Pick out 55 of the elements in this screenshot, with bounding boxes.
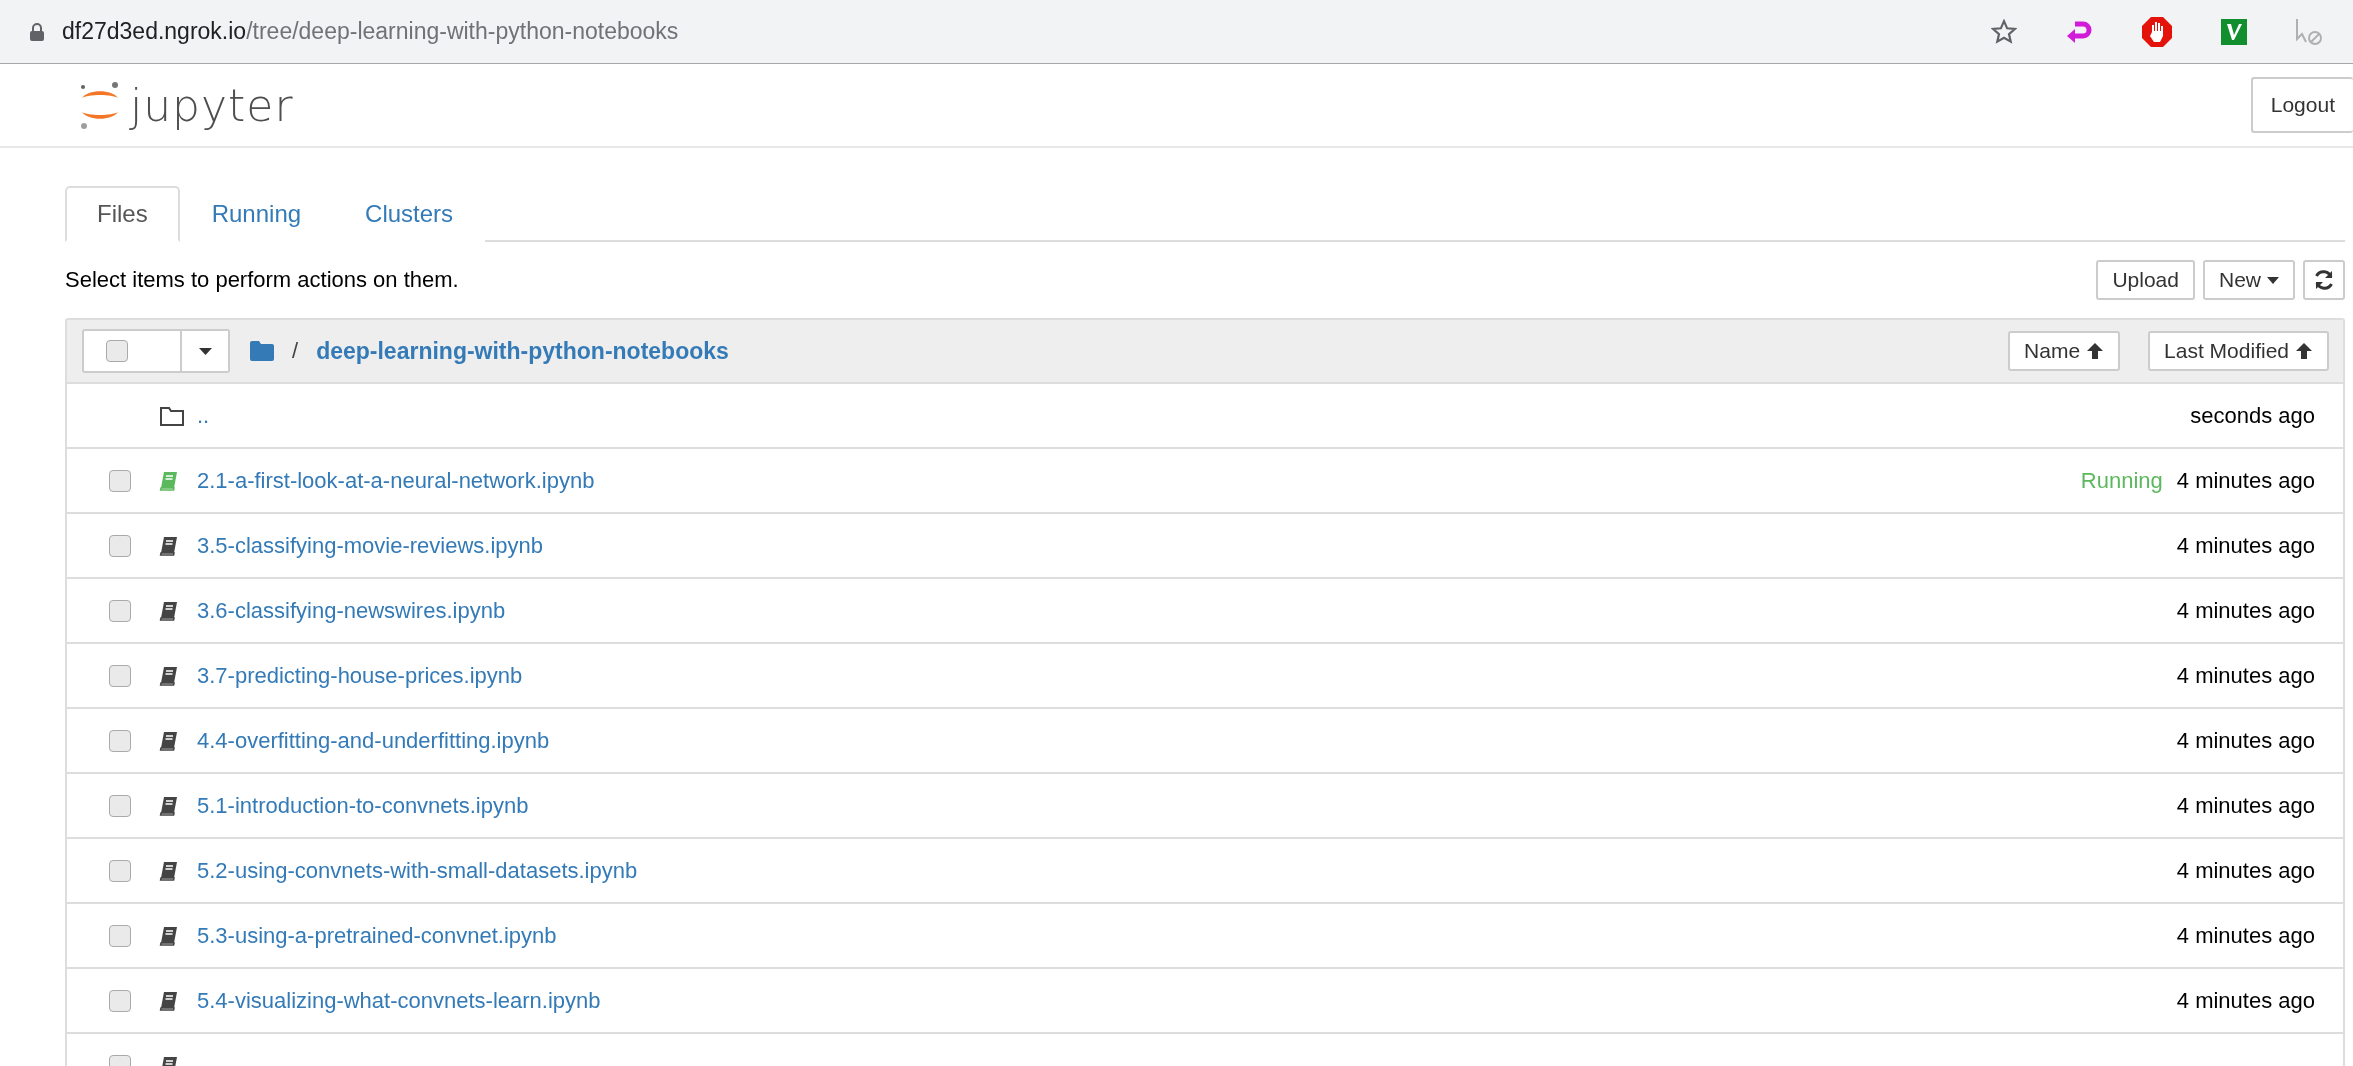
- bookmark-star-icon[interactable]: [1991, 18, 2017, 45]
- modified-time: 4 minutes ago: [2176, 987, 2315, 1014]
- select-all-checkbox[interactable]: [106, 340, 128, 362]
- row-checkbox[interactable]: [109, 989, 131, 1012]
- row-checkbox[interactable]: [109, 534, 131, 557]
- folder-icon[interactable]: [250, 341, 274, 361]
- running-status: Running: [2080, 467, 2163, 494]
- row-checkbox[interactable]: [109, 924, 131, 947]
- notebook-link[interactable]: 3.5-classifying-movie-reviews.ipynb: [197, 532, 2177, 559]
- row-checkbox[interactable]: [109, 599, 131, 622]
- notebook-link[interactable]: 3.7-predicting-house-prices.ipynb: [197, 662, 2177, 689]
- upload-button[interactable]: Upload: [2096, 260, 2195, 300]
- row-checkbox[interactable]: [109, 729, 131, 752]
- caret-icon: [2267, 276, 2279, 284]
- tab[interactable]: Files: [65, 186, 180, 242]
- modified-time: 4 minutes ago: [2176, 597, 2315, 624]
- modified-time: 4 minutes ago: [2176, 792, 2315, 819]
- row-checkbox[interactable]: [109, 859, 131, 882]
- arrow-up-icon: [2295, 342, 2313, 360]
- parent-folder-link[interactable]: ..: [197, 402, 2191, 429]
- modified-time: 4 minutes ago: [2176, 467, 2315, 494]
- notebook-link[interactable]: 5.4-visualizing-what-convnets-learn.ipynb: [197, 987, 2177, 1014]
- notebook-link[interactable]: 5.1-introduction-to-convnets.ipynb: [197, 792, 2177, 819]
- logout-button[interactable]: Logout: [2250, 77, 2353, 133]
- notebook-link[interactable]: 3.6-classifying-newswires.ipynb: [197, 597, 2177, 624]
- stop-hand-icon[interactable]: [2141, 15, 2173, 48]
- modified-time: 4 minutes ago: [2176, 857, 2315, 884]
- path-separator: /: [292, 338, 299, 364]
- new-button[interactable]: New: [2203, 260, 2295, 300]
- select-menu-caret[interactable]: [180, 331, 228, 371]
- row-checkbox[interactable]: [109, 664, 131, 687]
- modified-time: 4 minutes ago: [2176, 662, 2315, 689]
- row-checkbox[interactable]: [109, 469, 131, 492]
- notebook-link[interactable]: 5.2-using-convnets-with-small-datasets.ipynb: [197, 857, 2177, 884]
- notebook-link[interactable]: 4.4-overfitting-and-underfitting.ipynb: [197, 727, 2177, 754]
- address-bar-url[interactable]: df27d3ed.ngrok.io/tree/deep-learning-with-python-notebooks: [62, 18, 679, 45]
- row-checkbox[interactable]: [109, 794, 131, 817]
- notebook-link[interactable]: 5.3-using-a-pretrained-convnet.ipynb: [197, 922, 2177, 949]
- refresh-button[interactable]: [2303, 260, 2345, 300]
- modified-time: 4 minutes ago: [2176, 922, 2315, 949]
- instruction-text: Select items to perform actions on them.: [65, 267, 459, 293]
- v-letter-icon[interactable]: [2221, 18, 2247, 45]
- refresh-icon: [2313, 269, 2335, 291]
- lock-icon: [30, 22, 44, 41]
- sort-modified-button[interactable]: Last Modified: [2148, 331, 2329, 371]
- jupyter-logo-text: jupyter: [130, 79, 294, 131]
- notebook-link[interactable]: 2.1-a-first-look-at-a-neural-network.ipynb: [197, 467, 2081, 494]
- folder-breadcrumb-link[interactable]: deep-learning-with-python-notebooks: [316, 337, 729, 365]
- folder-icon: [159, 404, 185, 427]
- modified-time: 4 minutes ago: [2176, 532, 2315, 559]
- arrow-up-icon: [2086, 342, 2105, 360]
- caret-icon: [198, 347, 212, 355]
- modified-time: 4 minutes ago: [2176, 727, 2315, 754]
- sort-name-button[interactable]: Name: [2008, 331, 2121, 371]
- modified-time: seconds ago: [2190, 402, 2315, 429]
